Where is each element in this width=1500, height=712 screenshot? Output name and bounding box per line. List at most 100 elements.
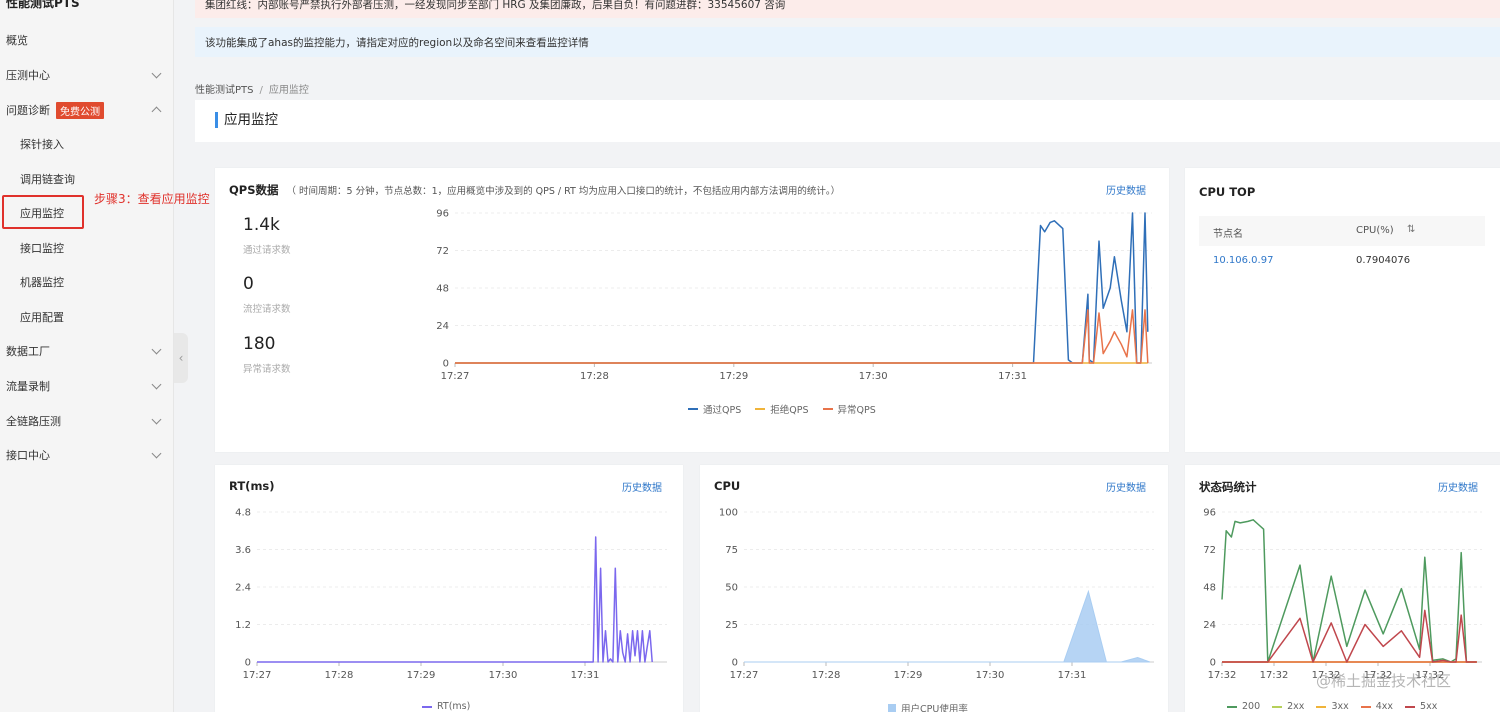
sidebar-item[interactable]: 探针接入 bbox=[0, 130, 174, 158]
alert-info-banner: 该功能集成了ahas的监控能力，请指定对应的region以及命名空间来查看监控详… bbox=[195, 27, 1500, 57]
sidebar: 性能测试PTS 概览 压测中心 问题诊断 免费公测 探针接入 调用链查询 应用监控 接口监控机… bbox=[0, 0, 174, 712]
sidebar-item[interactable]: 机器监控 bbox=[0, 268, 174, 296]
qps-history-link[interactable]: 历史数据 bbox=[1106, 182, 1146, 197]
stat-pass-value: 1.4k bbox=[243, 215, 280, 235]
chevron-down-icon bbox=[151, 68, 162, 79]
x-tick-label: 17:31 bbox=[1058, 670, 1087, 681]
sidebar-item-label: 流量录制 bbox=[6, 380, 50, 393]
node-link[interactable]: 10.106.0.97 bbox=[1213, 255, 1273, 266]
sidebar-item-label: 机器监控 bbox=[20, 276, 64, 289]
x-tick-label: 17:29 bbox=[894, 670, 923, 681]
y-tick-label: 48 bbox=[1203, 583, 1216, 594]
breadcrumb-root[interactable]: 性能测试PTS bbox=[195, 85, 254, 96]
watermark: @稀土掘金技术社区 bbox=[1316, 672, 1452, 690]
series-line-2 bbox=[455, 309, 1149, 364]
legend-item-3xx[interactable]: 3xx bbox=[1316, 701, 1349, 712]
sidebar-item[interactable]: 数据工厂 bbox=[0, 337, 174, 365]
cpu-legend: 用户CPU使用率 bbox=[888, 701, 968, 712]
legend-item-user-cpu[interactable]: 用户CPU使用率 bbox=[888, 701, 968, 712]
y-tick-label: 0 bbox=[443, 359, 449, 370]
y-tick-label: 0 bbox=[1210, 658, 1216, 669]
qps-card-title: QPS数据 （ 时间周期：5 分钟，节点总数：1，应用概览中涉及到的 QPS / … bbox=[229, 182, 840, 198]
sidebar-item-label: 问题诊断 bbox=[6, 104, 50, 117]
qps-title-text: QPS数据 bbox=[229, 183, 279, 197]
stat-error-value: 180 bbox=[243, 334, 276, 354]
legend-item-error[interactable]: 异常QPS bbox=[822, 402, 876, 416]
y-tick-label: 4.8 bbox=[235, 508, 251, 519]
sidebar-item[interactable]: 应用配置 bbox=[0, 303, 174, 331]
legend-item-pass[interactable]: 通过QPS bbox=[688, 402, 741, 416]
sidebar-item[interactable]: 调用链查询 bbox=[0, 165, 174, 193]
beta-badge: 免费公测 bbox=[56, 101, 104, 119]
sidebar-item[interactable]: 流量录制 bbox=[0, 372, 174, 400]
x-tick-label: 17:32 bbox=[1260, 670, 1289, 681]
legend-item-rt[interactable]: RT(ms) bbox=[422, 701, 470, 712]
sidebar-item[interactable]: 全链路压测 bbox=[0, 407, 174, 435]
legend-item-2xx[interactable]: 2xx bbox=[1272, 701, 1304, 712]
sidebar-item[interactable]: 接口监控 bbox=[0, 234, 174, 262]
x-tick-label: 17:30 bbox=[859, 371, 888, 382]
breadcrumb: 性能测试PTS / 应用监控 bbox=[195, 81, 309, 96]
rt-card-title: RT(ms) bbox=[229, 479, 275, 493]
x-tick-label: 17:28 bbox=[325, 670, 354, 681]
sidebar-item-label: 概览 bbox=[6, 34, 28, 47]
qps-chart: 96 72 48 24 017:27 17:28 17:29 17:30 17:31 bbox=[436, 209, 1152, 382]
qps-card: QPS数据 （ 时间周期：5 分钟，节点总数：1，应用概览中涉及到的 QPS / … bbox=[215, 168, 1169, 452]
page-title: 应用监控 bbox=[215, 112, 278, 128]
stat-block-value: 0 bbox=[243, 274, 254, 294]
stat-block-label: 流控请求数 bbox=[243, 304, 291, 315]
sidebar-item-label: 探针接入 bbox=[20, 138, 64, 151]
x-tick-label: 17:27 bbox=[441, 371, 470, 382]
x-tick-label: 17:31 bbox=[571, 670, 600, 681]
y-tick-label: 96 bbox=[436, 209, 449, 220]
sidebar-item-label: 数据工厂 bbox=[6, 345, 50, 358]
sidebar-item[interactable]: 概览 bbox=[0, 26, 174, 54]
qps-legend: 通过QPS 拒绝QPS 异常QPS bbox=[688, 402, 876, 416]
col-cpu[interactable]: CPU(%) bbox=[1356, 225, 1394, 236]
y-tick-label: 0 bbox=[245, 658, 251, 669]
stat-pass-label: 通过请求数 bbox=[243, 245, 291, 256]
x-tick-label: 17:30 bbox=[976, 670, 1005, 681]
y-tick-label: 96 bbox=[1203, 508, 1216, 519]
cpu-top-table-header: 节点名 CPU(%) ⇅ bbox=[1199, 216, 1485, 246]
legend-item-4xx[interactable]: 4xx bbox=[1360, 701, 1393, 712]
chevron-down-icon bbox=[151, 414, 162, 425]
sort-icon[interactable]: ⇅ bbox=[1407, 224, 1415, 235]
chevron-down-icon bbox=[151, 344, 162, 355]
legend-item-5xx[interactable]: 5xx bbox=[1405, 701, 1437, 712]
cpu-top-card: CPU TOP 节点名 CPU(%) ⇅ 10.106.0.97 0.79040… bbox=[1185, 168, 1500, 452]
y-tick-label: 25 bbox=[725, 620, 738, 631]
legend-item-200[interactable]: 200 bbox=[1227, 701, 1260, 712]
x-tick-label: 17:32 bbox=[1208, 670, 1237, 681]
sidebar-collapse-handle[interactable]: ‹ bbox=[174, 333, 188, 383]
qps-note: （ 时间周期：5 分钟，节点总数：1，应用概览中涉及到的 QPS / RT 均为… bbox=[286, 186, 841, 197]
col-node: 节点名 bbox=[1213, 229, 1243, 240]
x-tick-label: 17:29 bbox=[719, 371, 748, 382]
x-tick-label: 17:29 bbox=[407, 670, 436, 681]
table-row: 10.106.0.97 0.7904076 bbox=[1199, 246, 1485, 276]
sidebar-item-label: 压测中心 bbox=[6, 69, 50, 82]
page-header: 应用监控 bbox=[195, 100, 1500, 142]
y-tick-label: 2.4 bbox=[235, 583, 251, 594]
status-card-title: 状态码统计 bbox=[1199, 480, 1257, 494]
y-tick-label: 100 bbox=[719, 508, 738, 519]
series-area bbox=[744, 589, 1151, 663]
step-annotation: 步骤3：查看应用监控 bbox=[94, 192, 210, 206]
stat-error-label: 异常请求数 bbox=[243, 364, 291, 375]
rt-chart: 4.8 3.6 2.4 1.2 017:27 17:28 17:29 17:30 17:31 bbox=[235, 508, 667, 681]
cpu-history-link[interactable]: 历史数据 bbox=[1106, 479, 1146, 494]
sidebar-item[interactable]: 压测中心 bbox=[0, 61, 174, 89]
sidebar-item[interactable]: 接口中心 bbox=[0, 441, 174, 469]
y-tick-label: 72 bbox=[1203, 545, 1216, 556]
rt-card: RT(ms) 历史数据 4.8 3.6 2.4 1.2 0 17:27 17:28 17:29… bbox=[215, 465, 683, 712]
sidebar-item[interactable]: 问题诊断 免费公测 bbox=[0, 96, 174, 124]
cpu-top-title: CPU TOP bbox=[1199, 185, 1256, 199]
sidebar-item-label: 接口中心 bbox=[6, 449, 50, 462]
y-tick-label: 24 bbox=[436, 321, 449, 332]
breadcrumb-current: 应用监控 bbox=[268, 85, 309, 96]
status-history-link[interactable]: 历史数据 bbox=[1438, 479, 1478, 494]
x-tick-label: 17:31 bbox=[998, 371, 1027, 382]
legend-item-reject[interactable]: 拒绝QPS bbox=[755, 402, 809, 416]
highlight-box bbox=[2, 195, 84, 229]
rt-history-link[interactable]: 历史数据 bbox=[622, 479, 662, 494]
